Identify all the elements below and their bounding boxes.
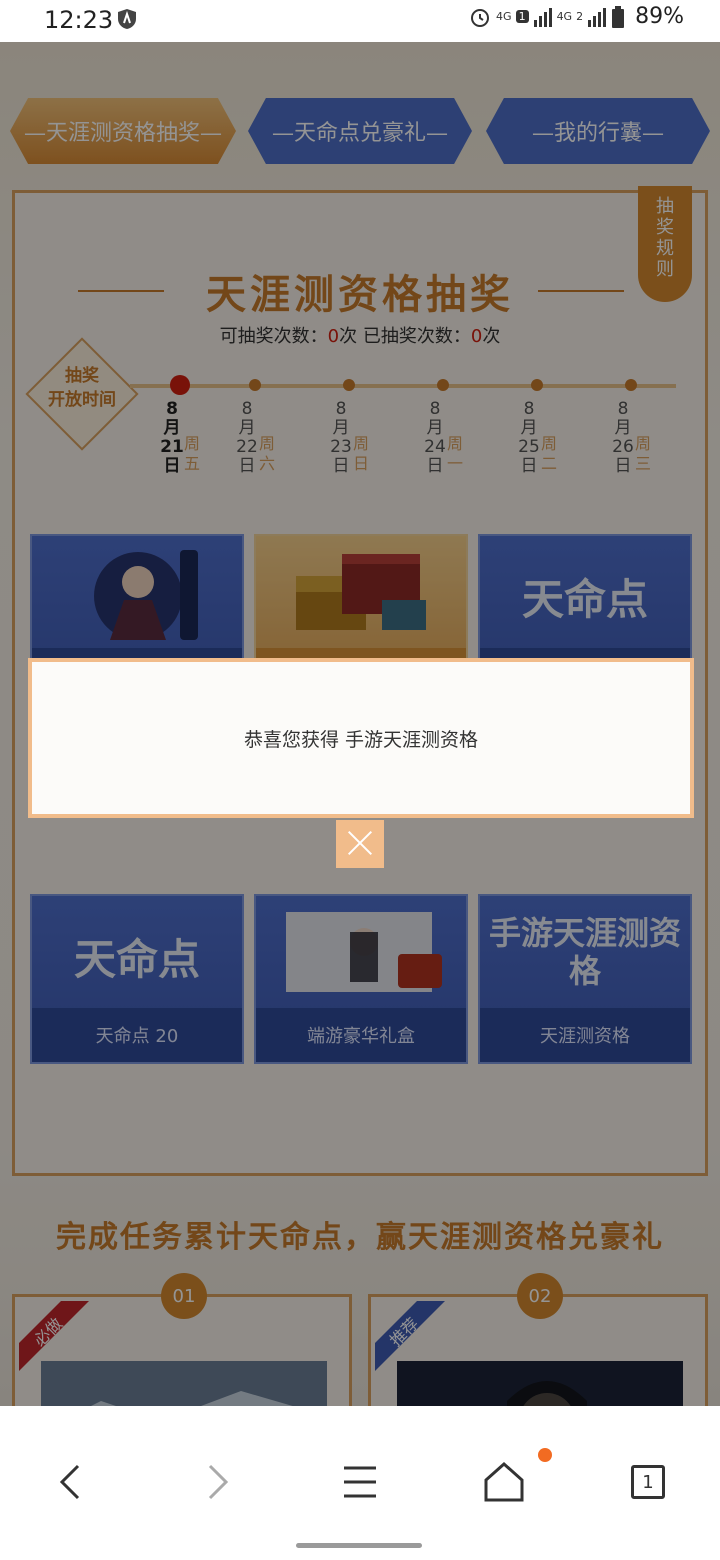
sim1-badge: 1 [515, 10, 529, 23]
close-icon[interactable] [336, 820, 384, 868]
signal-icon [533, 7, 552, 27]
tabs-count: 1 [631, 1465, 665, 1499]
network-type-1: 4G [496, 10, 512, 23]
status-bar: 12:23 4G 1 4G 2 89% [0, 0, 720, 42]
signal-icon [588, 7, 607, 27]
notification-dot [538, 1448, 552, 1462]
sim2-badge: 2 [576, 10, 584, 23]
vpn-shield-icon [118, 9, 136, 29]
alarm-icon [471, 8, 490, 27]
browser-nav-bar: 1 [0, 1406, 720, 1560]
battery-icon [612, 5, 625, 28]
clock: 12:23 [44, 6, 114, 34]
reward-dialog: 恭喜您获得 手游天涯测资格 [28, 658, 694, 818]
forward-icon[interactable] [192, 1458, 240, 1506]
tabs-icon[interactable]: 1 [624, 1458, 672, 1506]
home-icon[interactable] [480, 1458, 528, 1506]
network-type-2: 4G [556, 10, 573, 23]
back-icon[interactable] [48, 1458, 96, 1506]
dialog-message: 恭喜您获得 手游天涯测资格 [243, 728, 479, 751]
gesture-home-indicator[interactable] [296, 1543, 422, 1548]
battery-percent: 89% [635, 4, 684, 29]
menu-icon[interactable] [336, 1458, 384, 1506]
